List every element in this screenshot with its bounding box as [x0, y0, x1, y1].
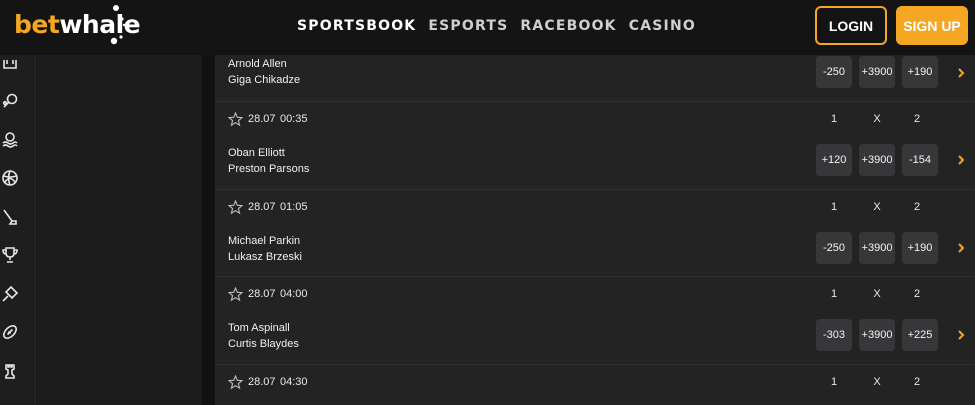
- away-team: Giga Chikadze: [228, 74, 301, 86]
- column-1-label: 1: [830, 201, 838, 213]
- home-team: Michael Parkin: [228, 235, 301, 247]
- event-header: 28.07 00:35 1 X 2: [215, 103, 975, 137]
- odds-button-2[interactable]: +190: [902, 56, 938, 88]
- home-team: Oban Elliott: [228, 147, 285, 159]
- event-date: 28.07: [248, 113, 276, 125]
- column-1-label: 1: [830, 288, 838, 300]
- sign-up-button[interactable]: SIGN UP: [896, 6, 968, 45]
- odds-button-2[interactable]: +190: [902, 232, 938, 264]
- chevron-right-icon[interactable]: [955, 329, 967, 341]
- odds-button-2[interactable]: -154: [902, 144, 938, 176]
- chevron-right-icon[interactable]: [955, 67, 967, 79]
- nav-esports[interactable]: ESPORTS: [428, 17, 508, 35]
- events-list: Arnold Allen Giga Chikadze -250 +3900 +1…: [215, 55, 975, 405]
- event-time: 04:30: [280, 376, 308, 388]
- star-icon[interactable]: [228, 112, 243, 127]
- event-time: 00:35: [280, 113, 308, 125]
- sports-icon-bar: [0, 55, 36, 405]
- event-date: 28.07: [248, 288, 276, 300]
- nav-casino[interactable]: CASINO: [629, 17, 696, 35]
- event-header: 28.07 04:00 1 X 2: [215, 278, 975, 312]
- row-divider: [215, 101, 975, 102]
- away-team: Curtis Blaydes: [228, 338, 299, 350]
- column-x-label: X: [873, 113, 881, 125]
- main-nav: SPORTSBOOK ESPORTS RACEBOOK CASINO: [297, 17, 696, 35]
- odds-button-1[interactable]: -303: [816, 319, 852, 351]
- row-divider: [215, 276, 975, 277]
- event-time: 01:05: [280, 201, 308, 213]
- odds-button-1[interactable]: -250: [816, 232, 852, 264]
- column-x-label: X: [873, 288, 881, 300]
- chevron-right-icon[interactable]: [955, 242, 967, 254]
- event-date: 28.07: [248, 376, 276, 388]
- odds-button-1[interactable]: -250: [816, 56, 852, 88]
- odds-button-1[interactable]: +120: [816, 144, 852, 176]
- event-date: 28.07: [248, 201, 276, 213]
- away-team: Lukasz Brzeski: [228, 251, 302, 263]
- odds-button-x[interactable]: +3900: [859, 232, 895, 264]
- trophy-icon[interactable]: [0, 245, 20, 265]
- login-button[interactable]: LOGIN: [815, 6, 887, 45]
- event-header: 28.07 01:05 1 X 2: [215, 191, 975, 225]
- column-2-label: 2: [913, 113, 921, 125]
- panel-divider: [202, 55, 215, 405]
- star-icon[interactable]: [228, 375, 243, 390]
- volleyball-icon[interactable]: [0, 168, 20, 188]
- away-team: Preston Parsons: [228, 163, 310, 175]
- row-divider: [215, 364, 975, 365]
- nav-racebook[interactable]: RACEBOOK: [520, 17, 616, 35]
- tennis-icon[interactable]: [0, 91, 20, 111]
- water-polo-icon[interactable]: [0, 129, 20, 149]
- event-header: 28.07 04:30 1 X 2: [215, 366, 975, 400]
- column-2-label: 2: [913, 288, 921, 300]
- column-2-label: 2: [913, 201, 921, 213]
- event-time: 04:00: [280, 288, 308, 300]
- odds-button-x[interactable]: +3900: [859, 56, 895, 88]
- column-1-label: 1: [830, 376, 838, 388]
- sports-side-panel: [37, 55, 202, 405]
- column-2-label: 2: [913, 376, 921, 388]
- chevron-right-icon[interactable]: [955, 154, 967, 166]
- hockey-icon[interactable]: [0, 53, 20, 73]
- column-1-label: 1: [830, 113, 838, 125]
- nav-sportsbook[interactable]: SPORTSBOOK: [297, 17, 416, 35]
- chess-icon[interactable]: [0, 361, 20, 381]
- odds-button-x[interactable]: +3900: [859, 144, 895, 176]
- home-team: Arnold Allen: [228, 58, 287, 70]
- golf-icon[interactable]: [0, 207, 20, 227]
- home-team: Tom Aspinall: [228, 322, 290, 334]
- logo-dots-icon: [110, 5, 126, 45]
- odds-button-2[interactable]: +225: [902, 319, 938, 351]
- row-divider: [215, 189, 975, 190]
- rugby-icon[interactable]: [0, 322, 20, 342]
- logo-text-bet: bet: [14, 10, 60, 39]
- star-icon[interactable]: [228, 287, 243, 302]
- column-x-label: X: [873, 201, 881, 213]
- star-icon[interactable]: [228, 200, 243, 215]
- badminton-icon[interactable]: [0, 284, 20, 304]
- column-x-label: X: [873, 376, 881, 388]
- odds-button-x[interactable]: +3900: [859, 319, 895, 351]
- top-bar: betwhale SPORTSBOOK ESPORTS RACEBOOK CAS…: [0, 0, 975, 55]
